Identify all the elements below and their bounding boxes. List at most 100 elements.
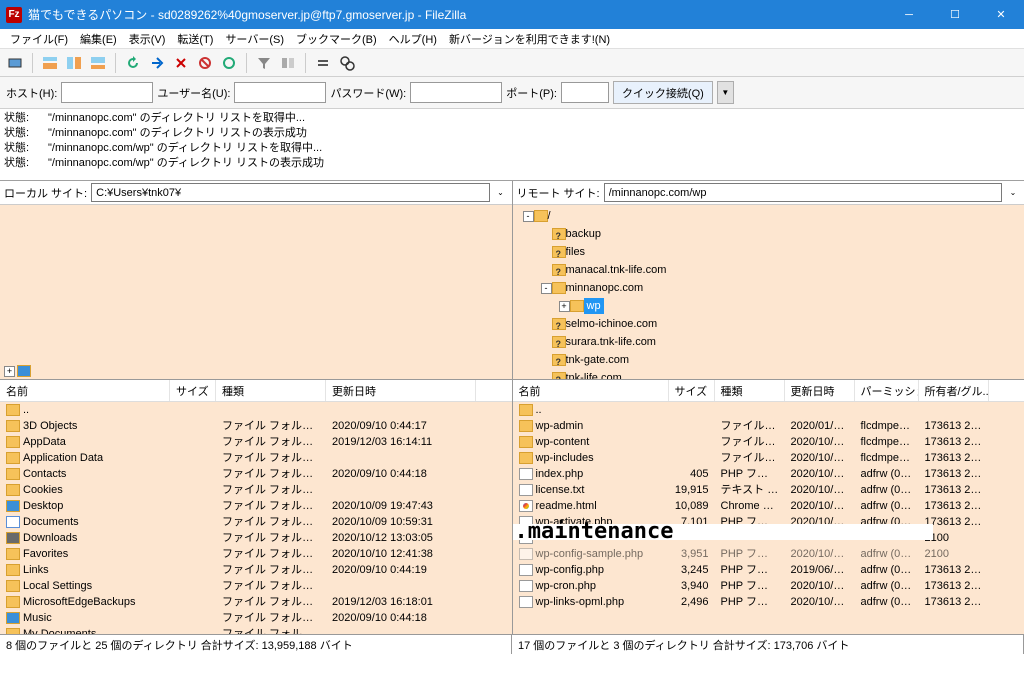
file-row[interactable]: Local Settingsファイル フォルダー [0, 578, 512, 594]
file-row[interactable]: license.txt19,915テキスト ドキ...2020/10/07 12… [513, 482, 1024, 498]
file-row[interactable]: MicrosoftEdgeBackupsファイル フォルダー2019/12/03… [0, 594, 512, 610]
quickconnect-button[interactable]: クイック接続(Q) [613, 81, 713, 104]
file-row[interactable]: wp-includesファイル フォ...2020/10/07 12:...fl… [513, 450, 1024, 466]
toggle-queue-icon[interactable] [87, 52, 109, 74]
tree-node[interactable]: - minnanopc.com [515, 279, 1023, 297]
menu-item[interactable]: ブックマーク(B) [290, 31, 383, 47]
local-tree[interactable]: + [0, 205, 512, 379]
column-header[interactable]: 種類 [216, 380, 326, 401]
column-header[interactable]: サイズ [170, 380, 216, 401]
file-row[interactable]: .. [513, 402, 1024, 418]
tree-node[interactable]: surara.tnk-life.com [515, 333, 1023, 351]
minimize-button[interactable]: ─ [886, 0, 932, 29]
process-queue-icon[interactable] [146, 52, 168, 74]
search-icon[interactable] [336, 52, 358, 74]
file-row[interactable]: index.php405PHP ファイル2020/10/07 12:...adf… [513, 466, 1024, 482]
remote-file-header: 名前サイズ種類更新日時パーミッション所有者/グル... [513, 380, 1024, 402]
tree-expand-icon[interactable]: + [559, 301, 570, 312]
host-input[interactable] [61, 82, 153, 103]
file-row[interactable]: wp-config-sample.php3,951PHP ファイル2020/10… [513, 546, 1024, 562]
file-row[interactable]: wp-contentファイル フォ...2020/10/12 13:...flc… [513, 434, 1024, 450]
tree-node[interactable]: tnk-life.com [515, 369, 1023, 379]
filter-icon[interactable] [253, 52, 275, 74]
tree-node[interactable]: +wp [515, 297, 1023, 315]
cancel-icon[interactable] [170, 52, 192, 74]
file-row[interactable]: AppDataファイル フォルダー2019/12/03 16:14:11 [0, 434, 512, 450]
disconnect-icon[interactable] [194, 52, 216, 74]
menu-item[interactable]: 転送(T) [171, 31, 219, 47]
local-file-header: 名前サイズ種類更新日時 [0, 380, 512, 402]
toggle-log-icon[interactable] [39, 52, 61, 74]
user-input[interactable] [234, 82, 326, 103]
file-row[interactable]: wp-cron.php3,940PHP ファイル2020/10/07 12:..… [513, 578, 1024, 594]
file-icon [519, 468, 533, 480]
column-header[interactable]: 更新日時 [785, 380, 855, 401]
file-row[interactable]: wp-config.php3,245PHP ファイル2019/06/26 12:… [513, 562, 1024, 578]
tree-node[interactable]: - / [515, 207, 1023, 225]
maximize-button[interactable]: ☐ [932, 0, 978, 29]
file-row[interactable]: readme.html10,089Chrome HT...2020/10/07 … [513, 498, 1024, 514]
tree-node[interactable]: files [515, 243, 1023, 261]
tree-expand-icon[interactable]: - [523, 211, 534, 222]
file-row[interactable]: Application Dataファイル フォルダー [0, 450, 512, 466]
message-log[interactable]: 状態:"/minnanopc.com" のディレクトリ リストを取得中...状態… [0, 109, 1024, 181]
menu-item[interactable]: サーバー(S) [219, 31, 290, 47]
column-header[interactable]: 種類 [715, 380, 785, 401]
menu-item[interactable]: 新バージョンを利用できます!(N) [443, 31, 616, 47]
file-row[interactable]: wp-links-opml.php2,496PHP ファイル2020/10/07… [513, 594, 1024, 610]
tree-node[interactable]: backup [515, 225, 1023, 243]
close-button[interactable]: ✕ [978, 0, 1024, 29]
remote-file-body[interactable]: ..wp-adminファイル フォ...2020/01/30 11:...flc… [513, 402, 1024, 634]
column-header[interactable]: 名前 [0, 380, 170, 401]
file-row[interactable]: Downloadsファイル フォルダー2020/10/12 13:03:05 [0, 530, 512, 546]
column-header[interactable]: サイズ [669, 380, 715, 401]
column-header[interactable]: パーミッション [855, 380, 919, 401]
menubar: ファイル(F)編集(E)表示(V)転送(T)サーバー(S)ブックマーク(B)ヘル… [0, 29, 1024, 49]
reconnect-icon[interactable] [218, 52, 240, 74]
remote-path-dropdown[interactable]: ⌄ [1006, 188, 1020, 197]
remote-path-input[interactable] [604, 183, 1002, 202]
menu-item[interactable]: 表示(V) [123, 31, 172, 47]
file-row[interactable]: Linksファイル フォルダー2020/09/10 0:44:19 [0, 562, 512, 578]
menu-item[interactable]: 編集(E) [74, 31, 123, 47]
port-input[interactable] [561, 82, 609, 103]
pass-input[interactable] [410, 82, 502, 103]
host-label: ホスト(H): [6, 85, 57, 101]
file-icon [6, 596, 20, 608]
file-row[interactable]: 3D Objectsファイル フォルダー2020/09/10 0:44:17 [0, 418, 512, 434]
tree-node[interactable]: selmo-ichinoe.com [515, 315, 1023, 333]
drive-icon [17, 365, 31, 377]
site-manager-icon[interactable] [4, 52, 26, 74]
refresh-icon[interactable] [122, 52, 144, 74]
local-file-body[interactable]: ..3D Objectsファイル フォルダー2020/09/10 0:44:17… [0, 402, 512, 634]
quickconnect-dropdown[interactable]: ▼ [717, 81, 734, 104]
column-header[interactable]: 名前 [513, 380, 669, 401]
tree-node[interactable]: tnk-gate.com [515, 351, 1023, 369]
file-row[interactable]: 2100.maintenance [513, 530, 1024, 546]
column-header[interactable]: 所有者/グル... [919, 380, 989, 401]
tree-node[interactable]: manacal.tnk-life.com [515, 261, 1023, 279]
window-buttons: ─ ☐ ✕ [886, 0, 1024, 29]
tree-expand-icon[interactable]: + [4, 366, 15, 377]
file-row[interactable]: Contactsファイル フォルダー2020/09/10 0:44:18 [0, 466, 512, 482]
file-icon [519, 564, 533, 576]
file-row[interactable]: Musicファイル フォルダー2020/09/10 0:44:18 [0, 610, 512, 626]
file-row[interactable]: Favoritesファイル フォルダー2020/10/10 12:41:38 [0, 546, 512, 562]
remote-tree[interactable]: - / backup files manacal.tnk-life.com- m… [513, 205, 1024, 379]
toggle-tree-icon[interactable] [63, 52, 85, 74]
file-row[interactable]: .. [0, 402, 512, 418]
file-row[interactable]: My Documentsファイル フォルダー [0, 626, 512, 634]
file-icon [519, 484, 533, 496]
compare-icon[interactable] [277, 52, 299, 74]
file-row[interactable]: Desktopファイル フォルダー2020/10/09 19:47:43 [0, 498, 512, 514]
file-row[interactable]: Documentsファイル フォルダー2020/10/09 10:59:31 [0, 514, 512, 530]
menu-item[interactable]: ファイル(F) [4, 31, 74, 47]
tree-expand-icon[interactable]: - [541, 283, 552, 294]
column-header[interactable]: 更新日時 [326, 380, 476, 401]
sync-browse-icon[interactable] [312, 52, 334, 74]
file-row[interactable]: wp-adminファイル フォ...2020/01/30 11:...flcdm… [513, 418, 1024, 434]
menu-item[interactable]: ヘルプ(H) [383, 31, 443, 47]
local-path-input[interactable] [91, 183, 489, 202]
file-row[interactable]: Cookiesファイル フォルダー [0, 482, 512, 498]
local-path-dropdown[interactable]: ⌄ [494, 188, 508, 197]
